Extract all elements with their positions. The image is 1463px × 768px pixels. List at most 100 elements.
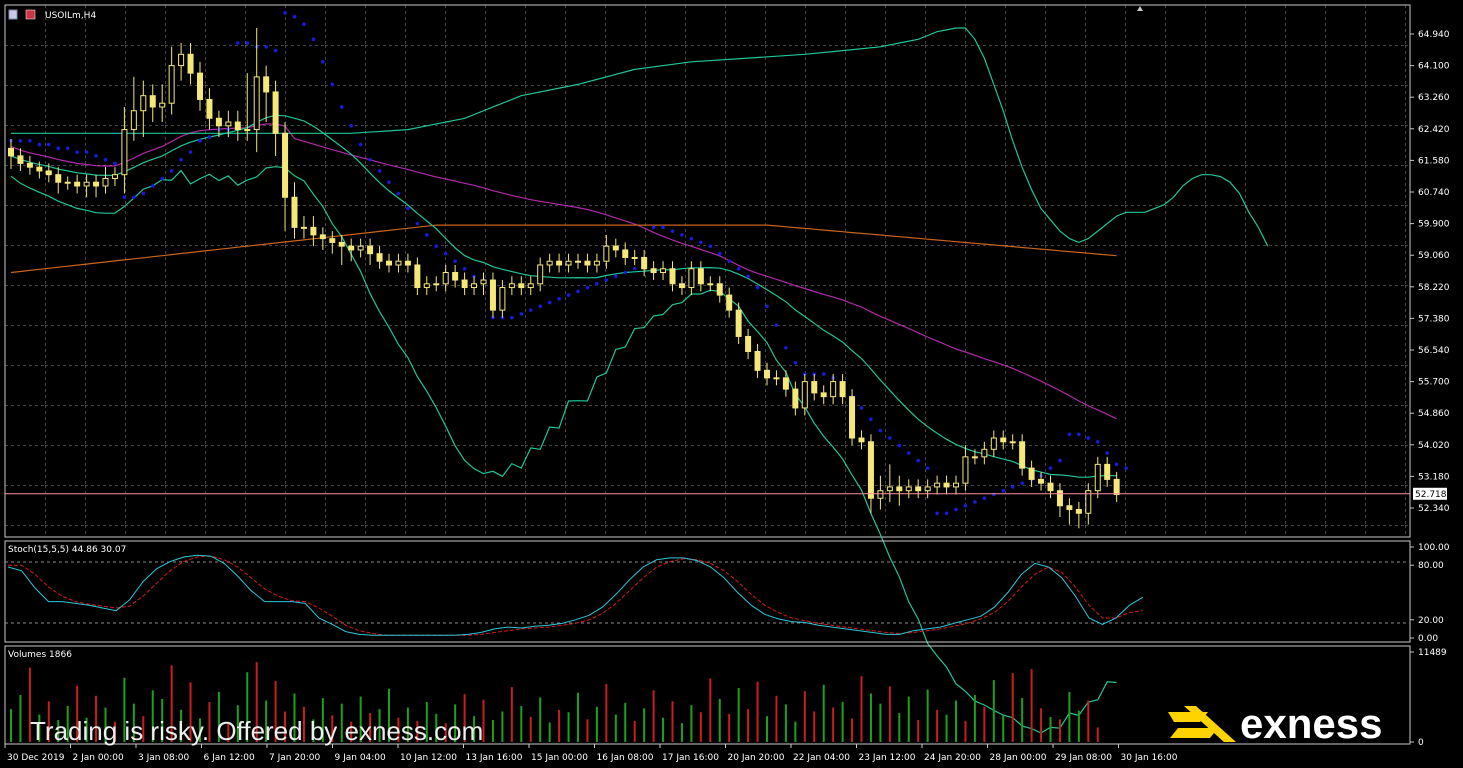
candle-body <box>603 245 610 262</box>
candle-body <box>650 268 657 274</box>
sar-dot <box>661 225 665 230</box>
price-tick-label: 64.100 <box>1418 62 1450 72</box>
sar-dot <box>746 274 750 279</box>
time-tick-label: 22 Jan 04:00 <box>793 753 850 763</box>
exness-logo-mark-icon <box>1168 706 1236 742</box>
candle-body <box>688 268 695 289</box>
sar-dot <box>1001 488 1006 493</box>
sar-dot <box>377 169 382 173</box>
time-tick-label: 30 Dec 2019 <box>7 753 65 763</box>
stoch-tick-label: 100.00 <box>1418 543 1450 553</box>
candle-body <box>282 132 289 198</box>
sar-dot <box>954 507 958 512</box>
candle-body <box>159 102 166 108</box>
sar-dot <box>434 244 439 248</box>
candle-body <box>849 396 856 439</box>
volume-axis: 11489 0 <box>1410 648 1447 748</box>
candle-body <box>971 456 978 459</box>
time-tick-label: 16 Jan 08:00 <box>597 753 654 763</box>
candle-body <box>1075 509 1082 514</box>
sar-dot <box>283 11 287 15</box>
sar-dot <box>330 82 335 87</box>
sar-dot <box>651 225 656 230</box>
candle-body <box>990 437 997 450</box>
candle-body <box>508 283 515 289</box>
candle-body <box>556 260 563 266</box>
candle-body <box>867 441 874 499</box>
sar-dot <box>169 169 174 173</box>
price-tick-label: 56.540 <box>1418 346 1450 356</box>
sar-dot <box>528 308 533 312</box>
time-tick-label: 2 Jan 00:00 <box>73 753 125 763</box>
sar-dot <box>141 191 146 196</box>
sar-dot <box>519 312 524 316</box>
sar-dot <box>755 285 760 290</box>
candle-body <box>527 283 534 289</box>
candle-body <box>8 147 14 157</box>
flag-icon <box>25 9 36 20</box>
stochastic-panel[interactable]: Stoch(15,5,5) 44.86 30.07 100.00 80.00 20.… <box>4 540 1450 644</box>
candle-body <box>915 486 922 492</box>
sar-dot <box>113 161 117 166</box>
sar-dot <box>906 451 911 455</box>
sar-dot <box>415 221 420 226</box>
candle-body <box>234 121 241 131</box>
candle-body <box>934 482 941 488</box>
candle-body <box>1028 467 1035 480</box>
candle-body <box>1113 478 1120 495</box>
candle-body <box>461 279 468 289</box>
candle-body <box>395 260 402 266</box>
sar-dot <box>368 157 372 162</box>
volume-title: Volumes 1866 <box>8 650 72 660</box>
price-panel[interactable]: 64.940 64.100 63.260 62.420 61.580 60.740 59.9… <box>4 4 1450 734</box>
chart-canvas[interactable]: 64.940 64.100 63.260 62.420 61.580 60.740 59.9… <box>0 0 1463 768</box>
sar-dot <box>973 500 977 504</box>
candle-body <box>612 245 619 251</box>
candle-body <box>735 309 742 337</box>
candle-body <box>1104 463 1111 480</box>
sar-dot <box>160 176 164 181</box>
time-tick-label: 30 Jan 16:00 <box>1121 753 1178 763</box>
candle-body <box>121 129 128 176</box>
sar-dot <box>670 229 675 233</box>
candle-body <box>886 486 893 492</box>
candle-body <box>310 226 317 236</box>
candle-body <box>272 91 279 134</box>
candle-body <box>537 264 544 285</box>
sar-dot <box>94 154 98 158</box>
time-tick-label: 23 Jan 12:00 <box>859 753 916 763</box>
sar-dot <box>245 41 250 45</box>
sar-dot <box>784 345 788 350</box>
candle-body <box>745 335 752 353</box>
candle-body <box>489 279 496 311</box>
sar-dot <box>273 48 278 53</box>
price-tick-label: 54.860 <box>1418 409 1450 419</box>
sar-dot <box>302 22 306 27</box>
time-tick-label: 28 Jan 00:00 <box>990 753 1047 763</box>
sar-dot <box>65 146 70 151</box>
sar-dot <box>547 300 552 305</box>
symbol-title: USOILm,H4 <box>45 11 96 21</box>
candle-body <box>291 196 298 228</box>
sar-dot <box>992 492 996 497</box>
candle-body <box>499 287 506 311</box>
sar-dot <box>349 123 354 128</box>
sar-dot <box>793 360 798 365</box>
candle-body <box>953 482 959 488</box>
candle-body <box>197 72 203 100</box>
candle-body <box>215 117 222 127</box>
candle-body <box>1009 441 1016 444</box>
candle-body <box>130 110 137 131</box>
stoch-frame <box>4 540 1411 643</box>
candle-body <box>830 381 837 398</box>
sar-dot <box>75 150 79 154</box>
sar-dot <box>680 233 684 237</box>
price-tick-label: 61.580 <box>1418 156 1450 166</box>
sar-dot <box>727 259 731 264</box>
candle-body <box>584 260 591 266</box>
price-tick-label: 60.740 <box>1418 188 1450 198</box>
sar-dot <box>538 304 542 309</box>
price-tick-label: 52.340 <box>1418 504 1450 514</box>
candle-body <box>811 381 818 394</box>
candle-body <box>678 283 685 289</box>
